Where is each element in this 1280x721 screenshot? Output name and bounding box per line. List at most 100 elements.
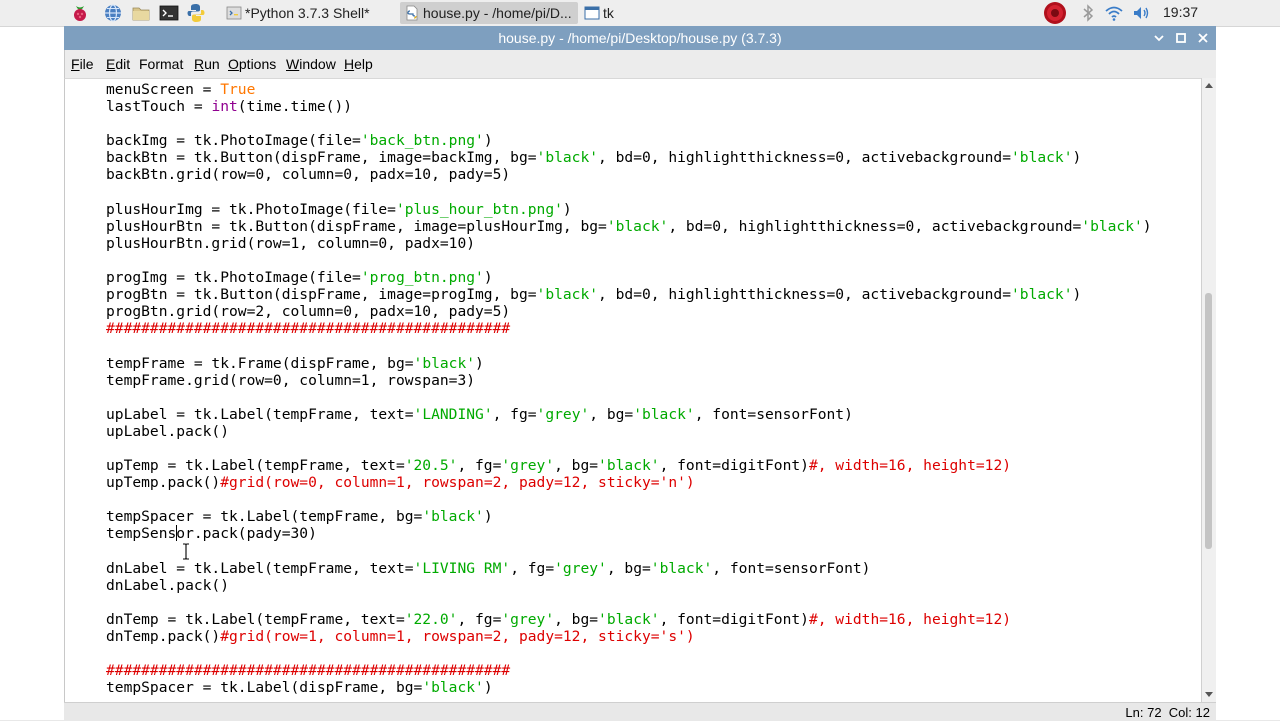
- shutdown-icon[interactable]: [1043, 1, 1067, 25]
- code-line: tempFrame.grid(row=0, column=1, rowspan=…: [106, 372, 1152, 389]
- code-line: plusHourBtn = tk.Button(dispFrame, image…: [106, 218, 1152, 235]
- code-token: 'black': [422, 679, 484, 697]
- code-token: , font=sensorFont): [712, 559, 871, 577]
- code-line: dnLabel = tk.Label(tempFrame, text='LIVI…: [106, 560, 1152, 577]
- menu-format[interactable]: Format: [139, 56, 183, 72]
- code-token: 'grey': [536, 405, 590, 423]
- minimize-icon[interactable]: [1152, 31, 1166, 45]
- code-token: upTemp = tk.Label(tempFrame, text=: [106, 457, 405, 475]
- code-line: upTemp = tk.Label(tempFrame, text='20.5'…: [106, 457, 1152, 474]
- code-token: dnLabel.pack(): [106, 576, 230, 594]
- menu-label: indow: [299, 56, 336, 72]
- code-token: 'black': [422, 508, 484, 526]
- code-token: , fg=: [510, 559, 555, 577]
- code-token: , fg=: [492, 405, 537, 423]
- code-line: backImg = tk.PhotoImage(file='back_btn.p…: [106, 132, 1152, 149]
- menu-run[interactable]: Run: [194, 56, 220, 72]
- task-label: house.py - /home/pi/D...: [423, 5, 572, 21]
- code-token: #grid(row=1, column=1, rowspan=2, pady=1…: [220, 628, 695, 645]
- web-browser-icon[interactable]: [103, 3, 123, 23]
- task-label: tk: [603, 5, 614, 21]
- bluetooth-icon[interactable]: [1078, 3, 1098, 23]
- menu-window[interactable]: Window: [286, 56, 336, 72]
- python-icon[interactable]: [186, 3, 206, 23]
- code-token: 'grey': [554, 559, 607, 577]
- volume-icon[interactable]: [1131, 3, 1151, 23]
- code-token: tempFrame = tk.Frame(dispFrame, bg=: [106, 354, 414, 372]
- menu-label: elp: [354, 56, 373, 72]
- maximize-icon[interactable]: [1174, 31, 1188, 45]
- task-house-editor[interactable]: house.py - /home/pi/D...: [400, 2, 578, 24]
- code-token: ########################################…: [106, 320, 511, 338]
- task-tk[interactable]: tk: [580, 2, 758, 24]
- code-line: tempSpacer = tk.Label(tempFrame, bg='bla…: [106, 508, 1152, 525]
- code-token: 'grey': [501, 610, 555, 628]
- clock[interactable]: 19:37: [1163, 4, 1198, 20]
- file-manager-icon[interactable]: [131, 3, 151, 23]
- code-token: dnLabel = tk.Label(tempFrame, text=: [106, 559, 414, 577]
- code-token: (time.time()): [237, 98, 353, 116]
- code-line: ########################################…: [106, 320, 1152, 337]
- menu-mnemonic: R: [194, 56, 205, 72]
- code-token: tempFrame.grid(row=0, column=1, rowspan=…: [106, 371, 476, 389]
- code-line: progImg = tk.PhotoImage(file='prog_btn.p…: [106, 269, 1152, 286]
- menubar: File Edit Format Run Options Window Help: [64, 50, 1216, 78]
- code-token: ): [483, 269, 493, 287]
- code-token: ): [483, 132, 493, 150]
- menu-label: dit: [115, 56, 131, 72]
- code-token: lastTouch =: [106, 98, 212, 116]
- code-token: , bd=0, highlightthickness=0, activeback…: [668, 217, 1082, 235]
- menu-mnemonic: W: [286, 56, 300, 72]
- terminal-icon[interactable]: [159, 3, 179, 23]
- menu-help[interactable]: Help: [344, 56, 373, 72]
- code-token: 'black': [606, 217, 669, 235]
- menu-mnemonic: H: [344, 56, 355, 72]
- code-token: ): [1072, 286, 1082, 304]
- code-line: menuScreen = True: [106, 81, 1152, 98]
- code-line: progBtn.grid(row=2, column=0, padx=10, p…: [106, 303, 1152, 320]
- vertical-scrollbar[interactable]: [1201, 78, 1216, 702]
- scroll-down-icon[interactable]: [1205, 692, 1213, 697]
- code-token: plusHourBtn.grid(row=1, column=0, padx=1…: [106, 234, 476, 252]
- menu-label: ile: [79, 56, 94, 72]
- close-icon[interactable]: [1196, 31, 1210, 45]
- code-token: , bd=0, highlightthickness=0, activeback…: [598, 149, 1011, 167]
- code-line: progBtn = tk.Button(dispFrame, image=pro…: [106, 286, 1152, 303]
- window-titlebar[interactable]: house.py - /home/pi/Desktop/house.py (3.…: [64, 26, 1216, 50]
- menu-file[interactable]: File: [71, 56, 94, 72]
- scrollbar-thumb[interactable]: [1205, 293, 1212, 549]
- code-line: upLabel = tk.Label(tempFrame, text='LAND…: [106, 406, 1152, 423]
- code-line: upTemp.pack()#grid(row=0, column=1, rows…: [106, 474, 1152, 491]
- menu-mnemonic: E: [106, 56, 116, 72]
- python-shell-icon: [226, 6, 242, 20]
- code-token: int: [211, 98, 238, 116]
- raspberry-menu-icon[interactable]: [70, 3, 90, 23]
- task-python-shell[interactable]: *Python 3.7.3 Shell*: [222, 2, 394, 24]
- menu-edit[interactable]: Edit: [106, 56, 130, 72]
- code-token: backImg = tk.PhotoImage(file=: [106, 132, 361, 150]
- code-token: #, width=16, height=12): [808, 610, 1012, 628]
- code-token: ): [475, 354, 484, 372]
- menu-mnemonic: F: [71, 56, 80, 72]
- window-title: house.py - /home/pi/Desktop/house.py (3.…: [498, 30, 782, 46]
- code-line: ########################################…: [106, 662, 1152, 679]
- code-line: backBtn.grid(row=0, column=0, padx=10, p…: [106, 166, 1152, 183]
- menu-mnemonic: O: [228, 56, 239, 72]
- code-token: tempSensor.pack(pady=30): [106, 525, 317, 543]
- code-editor[interactable]: menuScreen = True lastTouch = int(time.ti…: [64, 78, 1202, 703]
- menu-options[interactable]: Options: [228, 56, 276, 72]
- code-line: lastTouch = int(time.time()): [106, 98, 1152, 115]
- scroll-up-icon[interactable]: [1205, 83, 1213, 88]
- taskbar: *Python 3.7.3 Shell* house.py - /home/pi…: [0, 0, 1280, 27]
- code-line: tempSpacer = tk.Label(dispFrame, bg='bla…: [106, 679, 1152, 696]
- column-number: Col: 12: [1168, 705, 1210, 720]
- code-token: , fg=: [457, 610, 502, 628]
- code-token: #grid(row=0, column=1, rowspan=2, pady=1…: [220, 474, 695, 492]
- code-token: ): [483, 679, 493, 697]
- wifi-icon[interactable]: [1104, 3, 1124, 23]
- code-token: menuScreen =: [106, 81, 221, 98]
